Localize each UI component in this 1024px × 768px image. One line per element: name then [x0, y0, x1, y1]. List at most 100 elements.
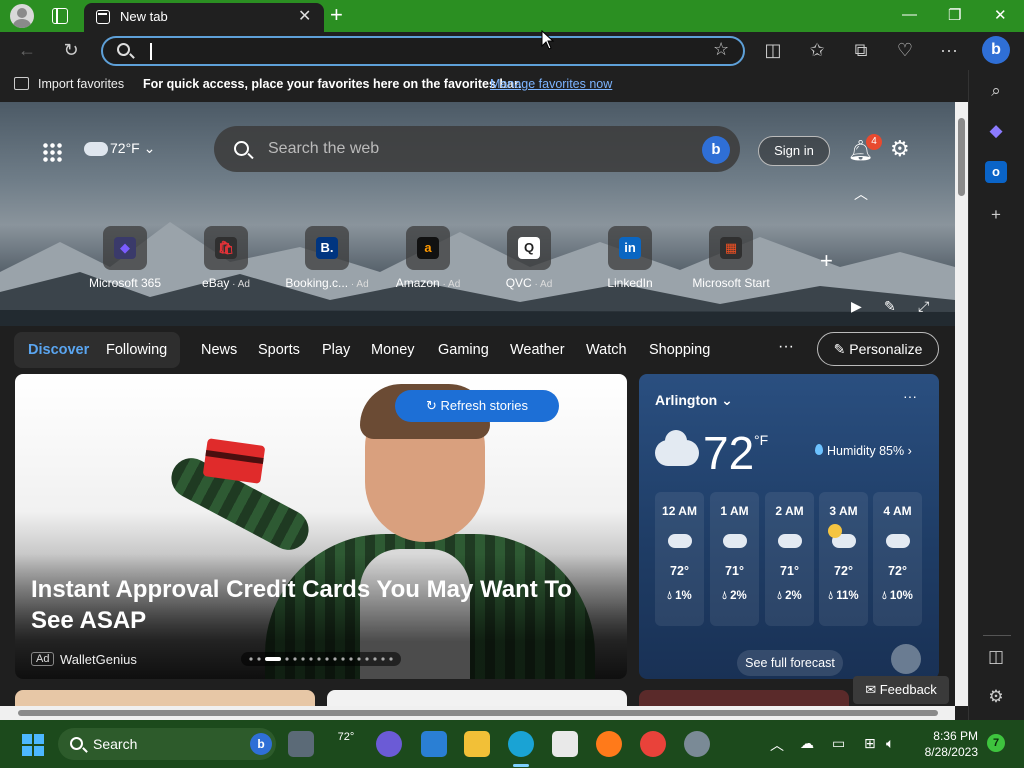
- refresh-stories-button[interactable]: ↻ Refresh stories: [395, 390, 559, 422]
- page-settings-gear-icon[interactable]: ⚙: [890, 136, 910, 162]
- sidebar-search-icon[interactable]: ⌕: [985, 80, 1007, 102]
- quick-link-linkedin[interactable]: in LinkedIn: [582, 226, 678, 290]
- firefox-icon[interactable]: [596, 731, 622, 757]
- manage-favorites-link[interactable]: Manage favorites now: [490, 77, 612, 91]
- story-card-peek[interactable]: [327, 690, 627, 706]
- personalize-label: Personalize: [849, 341, 923, 357]
- hourly-item[interactable]: 1 AM 71° 💧︎ 2%: [710, 492, 759, 626]
- taskbar-search-box[interactable]: Search b: [58, 728, 276, 760]
- favorites-icon[interactable]: ✩: [806, 40, 828, 60]
- quick-link-ebay[interactable]: 🛍 eBay · Ad: [178, 226, 274, 290]
- close-window-button[interactable]: ✕: [994, 6, 1007, 24]
- address-bar[interactable]: ☆: [101, 36, 745, 66]
- taskbar-weather-widget[interactable]: 72°: [333, 731, 359, 757]
- settings-gear-icon[interactable]: [684, 731, 710, 757]
- profile-avatar-icon[interactable]: [10, 4, 34, 28]
- quick-link-qvc[interactable]: Q QVC · Ad: [481, 226, 577, 290]
- story-card-peek[interactable]: [639, 690, 849, 706]
- weather-card[interactable]: Arlington ⌄ ··· 72 °F Humidity 85% › 12 …: [639, 374, 939, 679]
- tab-actions-icon[interactable]: [52, 8, 68, 24]
- chrome-icon[interactable]: [640, 731, 666, 757]
- humidity-link[interactable]: Humidity 85% ›: [815, 444, 912, 458]
- see-full-forecast-button[interactable]: See full forecast: [737, 650, 843, 676]
- more-tabs-icon[interactable]: ···: [778, 338, 794, 356]
- quick-link-booking[interactable]: B. Booking.c... · Ad: [279, 226, 375, 290]
- story-card-peek[interactable]: [15, 690, 315, 706]
- edge-browser-icon[interactable]: [508, 731, 534, 757]
- sidebar-copilot-icon[interactable]: ◆: [985, 120, 1007, 142]
- tab-money[interactable]: Money: [371, 342, 415, 358]
- tab-play[interactable]: Play: [322, 342, 350, 358]
- tab-watch[interactable]: Watch: [586, 342, 627, 358]
- minimize-button[interactable]: —: [902, 6, 917, 23]
- web-search-placeholder: Search the web: [268, 140, 380, 157]
- tab-shopping[interactable]: Shopping: [649, 342, 710, 358]
- back-arrow-icon[interactable]: ←: [16, 40, 38, 60]
- bing-chat-icon[interactable]: b: [702, 136, 730, 164]
- search-icon: [117, 43, 130, 56]
- expand-icon[interactable]: ⤢: [918, 298, 929, 315]
- story-headline[interactable]: Instant Approval Credit Cards You May Wa…: [31, 574, 621, 636]
- add-favorite-star-icon[interactable]: ☆: [713, 39, 729, 60]
- teams-chat-icon[interactable]: [376, 731, 402, 757]
- split-screen-icon[interactable]: ◫: [762, 40, 784, 60]
- hourly-item[interactable]: 2 AM 71° 💧︎ 2%: [765, 492, 814, 626]
- header-weather-button[interactable]: 72°F ⌄: [84, 140, 155, 157]
- settings-and-more-icon[interactable]: ···: [938, 40, 960, 60]
- tab-news[interactable]: News: [201, 342, 237, 358]
- windows-start-icon[interactable]: [22, 734, 44, 756]
- weather-map-thumbnail-icon[interactable]: [891, 644, 921, 674]
- file-explorer-icon[interactable]: [464, 731, 490, 757]
- feature-story-card[interactable]: ↻ Refresh stories Instant Approval Credi…: [15, 374, 627, 679]
- add-quick-link-icon[interactable]: +: [820, 248, 833, 274]
- refresh-icon[interactable]: ↻: [60, 40, 82, 60]
- weather-more-icon[interactable]: ···: [903, 388, 917, 404]
- customize-background-icon[interactable]: ✎: [884, 298, 896, 315]
- hourly-item[interactable]: 4 AM 72° 💧︎ 10%: [873, 492, 922, 626]
- tab-new-tab[interactable]: New tab ✕: [84, 3, 324, 32]
- quick-link-microsoft-365[interactable]: ◆ Microsoft 365: [77, 226, 173, 290]
- tab-weather[interactable]: Weather: [510, 342, 565, 358]
- sidebar-outlook-icon[interactable]: o: [985, 161, 1007, 183]
- apps-launcher-icon[interactable]: [42, 142, 62, 162]
- onedrive-cloud-icon[interactable]: ☁: [800, 735, 814, 752]
- collapse-chevron-up-icon[interactable]: ︿: [854, 184, 868, 204]
- vertical-scrollbar[interactable]: [955, 102, 968, 706]
- horizontal-scrollbar[interactable]: [0, 706, 955, 720]
- quick-link-microsoft-start[interactable]: ▦ Microsoft Start: [683, 226, 779, 290]
- new-tab-button[interactable]: +: [330, 2, 343, 28]
- system-clock[interactable]: 8:36 PM 8/28/2023: [890, 728, 978, 760]
- sidebar-add-icon[interactable]: +: [985, 204, 1007, 226]
- task-view-icon[interactable]: [288, 731, 314, 757]
- browser-essentials-icon[interactable]: ♡: [894, 40, 916, 60]
- quick-link-amazon[interactable]: a Amazon · Ad: [380, 226, 476, 290]
- mail-icon[interactable]: [421, 731, 447, 757]
- display-icon[interactable]: ▭: [832, 735, 845, 752]
- restore-button[interactable]: ❐: [948, 6, 961, 24]
- tab-following[interactable]: Following: [106, 342, 167, 358]
- notification-center-badge[interactable]: 7: [987, 734, 1005, 752]
- horizontal-scroll-thumb[interactable]: [18, 710, 938, 716]
- feedback-button[interactable]: ✉ Feedback: [853, 676, 949, 704]
- show-hidden-icons-chevron-icon[interactable]: ︿: [770, 735, 784, 755]
- web-search-box[interactable]: Search the web b: [214, 126, 740, 172]
- carousel-pagination[interactable]: [241, 652, 401, 666]
- import-favorites-button[interactable]: Import favorites: [38, 77, 124, 91]
- sign-in-button[interactable]: Sign in: [758, 136, 830, 166]
- tab-gaming[interactable]: Gaming: [438, 342, 489, 358]
- hide-sidebar-icon[interactable]: ◫: [985, 646, 1007, 668]
- network-icon[interactable]: ⊞: [864, 735, 876, 752]
- weather-city-dropdown[interactable]: Arlington ⌄: [655, 392, 733, 409]
- personalize-button[interactable]: ✎ Personalize: [817, 332, 939, 366]
- bing-copilot-button[interactable]: b: [982, 36, 1010, 64]
- tab-sports[interactable]: Sports: [258, 342, 300, 358]
- hourly-item[interactable]: 12 AM 72° 💧︎ 1%: [655, 492, 704, 626]
- microsoft-store-icon[interactable]: [552, 731, 578, 757]
- play-background-icon[interactable]: ▶: [851, 298, 862, 315]
- hourly-item[interactable]: 3 AM 72° 💧︎ 11%: [819, 492, 868, 626]
- collections-icon[interactable]: ⧉: [850, 40, 872, 60]
- sidebar-settings-gear-icon[interactable]: ⚙: [985, 686, 1007, 708]
- tab-close-button[interactable]: ✕: [298, 6, 311, 26]
- tab-discover[interactable]: Discover: [28, 342, 89, 358]
- vertical-scroll-thumb[interactable]: [958, 118, 965, 196]
